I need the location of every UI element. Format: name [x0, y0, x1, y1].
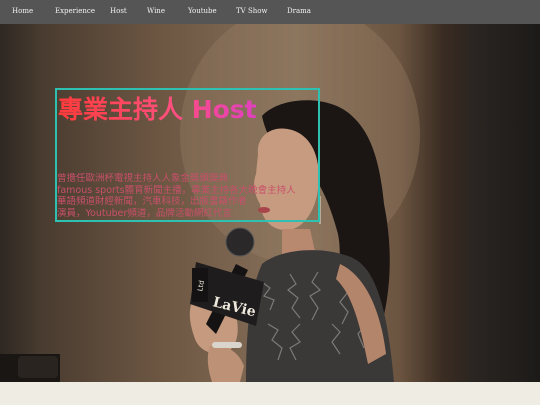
nav-experience[interactable]: Experience	[55, 7, 95, 15]
host-section-title: 專業主持人 Host	[58, 90, 257, 126]
host-description-line: famous sports體育新聞主播，專業主持各大晚會主持人	[57, 184, 296, 196]
nav-tv-show[interactable]: TV Show	[236, 7, 267, 15]
nav-youtube[interactable]: Youtube	[188, 7, 217, 15]
host-description-line: 華語頻道財經新聞，汽車科技，出版書籍作者	[57, 196, 248, 207]
nav-drama[interactable]: Drama	[287, 7, 311, 15]
host-description-line: 曾擔任歐洲杯電視主持人人象金獎頒獎典	[57, 173, 229, 184]
top-navigation-bar: Home Experience Host Wine Youtube TV Sho…	[0, 0, 540, 24]
nav-home[interactable]: Home	[12, 7, 33, 15]
host-description: 曾擔任歐洲杯電視主持人人象金獎頒獎典 famous sports體育新聞主播，專…	[57, 173, 322, 219]
nav-host[interactable]: Host	[110, 7, 127, 15]
host-description-line: 演員，Youtuber頻道，品牌活動網紅代言	[57, 207, 232, 219]
nav-wine[interactable]: Wine	[147, 7, 165, 15]
footer-band	[0, 382, 540, 405]
